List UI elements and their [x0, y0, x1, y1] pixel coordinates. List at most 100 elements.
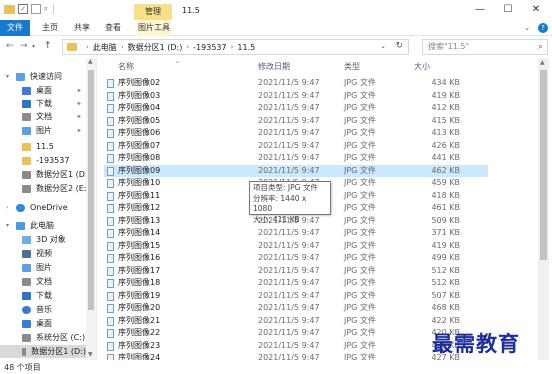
chevron-right-icon[interactable]: ›	[6, 204, 8, 211]
help-icon[interactable]: ?	[538, 23, 548, 33]
chevron-right-icon[interactable]: ›	[86, 43, 89, 51]
file-name[interactable]: 序列图像22	[118, 327, 160, 339]
address-bar[interactable]: › 此电脑 › 数据分区1 (D:) › -193537 › 11.5 ⌄ ↻	[62, 39, 409, 55]
pin-icon[interactable]: ✦	[76, 113, 82, 121]
file-name[interactable]: 序列图像06	[118, 127, 160, 139]
file-name[interactable]: 序列图像07	[118, 140, 160, 152]
sidebar-item-drive-d[interactable]: 数据分区1 (D:)	[22, 168, 91, 181]
sidebar-item-downloads-pc[interactable]: 下载	[22, 289, 52, 302]
file-name[interactable]: 序列图像20	[118, 302, 160, 314]
file-row[interactable]: 序列图像08 2021/11/5 9:47 JPG 文件 441 KB	[104, 152, 488, 164]
tab-home[interactable]: 主页	[42, 20, 58, 36]
file-name[interactable]: 序列图像13	[118, 215, 160, 227]
file-row[interactable]: 序列图像18 2021/11/5 9:47 JPG 文件 512 KB	[104, 277, 488, 289]
sidebar-item-music[interactable]: 音乐	[22, 303, 52, 316]
sidebar-item-folder-193537[interactable]: -193537	[22, 154, 69, 167]
file-row[interactable]: 序列图像23 2021/11/5 9:47 JPG 文件 426 KB	[104, 340, 488, 352]
file-name[interactable]: 序列图像14	[118, 227, 160, 239]
chevron-down-icon[interactable]: ▾	[6, 73, 9, 80]
sidebar-item-drive-e[interactable]: 数据分区2 (E:)	[22, 182, 90, 195]
sidebar-item-documents-pc[interactable]: 文档	[22, 275, 52, 288]
sidebar-item-videos[interactable]: 视频	[22, 247, 52, 260]
tab-file[interactable]: 文件	[0, 20, 30, 36]
pin-icon[interactable]: ✦	[76, 87, 82, 95]
chevron-down-icon[interactable]: ▾	[32, 43, 35, 50]
file-row[interactable]: 序列图像17 2021/11/5 9:47 JPG 文件 512 KB	[104, 265, 488, 277]
file-row[interactable]: 序列图像07 2021/11/5 9:47 JPG 文件 426 KB	[104, 140, 488, 152]
scroll-up-icon[interactable]: ▲	[540, 59, 545, 66]
sidebar-item-pictures-pc[interactable]: 图片	[22, 261, 52, 274]
chevron-down-icon[interactable]: ⌄	[524, 24, 530, 32]
pin-icon[interactable]: ▿	[44, 4, 48, 14]
back-arrow-icon[interactable]: ←	[6, 41, 14, 51]
up-arrow-icon[interactable]: ↑	[44, 41, 52, 51]
chevron-down-icon[interactable]: ▾	[6, 222, 9, 229]
manage-context-tab[interactable]: 管理	[134, 4, 172, 20]
file-row[interactable]: 序列图像16 2021/11/5 9:47 JPG 文件 499 KB	[104, 252, 488, 264]
scrollbar-thumb[interactable]	[540, 70, 547, 260]
file-name[interactable]: 序列图像09	[118, 165, 160, 177]
file-row[interactable]: 序列图像22 2021/11/5 9:47 JPG 文件 420 KB	[104, 327, 488, 339]
file-name[interactable]: 序列图像12	[118, 202, 160, 214]
file-name[interactable]: 序列图像15	[118, 240, 160, 252]
sidebar-item-documents[interactable]: 文档 ✦	[22, 110, 86, 123]
sidebar-item-pictures[interactable]: 图片 ✦	[22, 124, 86, 137]
file-name[interactable]: 序列图像11	[118, 190, 160, 202]
minimize-button[interactable]: —	[470, 2, 490, 18]
search-input[interactable]: 搜索"11.5" ⌕	[422, 39, 548, 55]
file-name[interactable]: 序列图像23	[118, 340, 160, 352]
sidebar-scrollbar[interactable]: ▲ ▼	[86, 58, 96, 360]
search-icon[interactable]: ⌕	[538, 40, 543, 54]
properties-icon[interactable]: ✓	[18, 4, 28, 14]
chevron-right-icon[interactable]: ›	[121, 43, 124, 51]
refresh-icon[interactable]: ↻	[395, 41, 403, 51]
file-row[interactable]: 序列图像04 2021/11/5 9:47 JPG 文件 412 KB	[104, 102, 488, 114]
file-name[interactable]: 序列图像21	[118, 315, 160, 327]
chevron-down-icon[interactable]: ⌄	[380, 42, 386, 50]
scroll-down-icon[interactable]: ▼	[88, 351, 93, 358]
breadcrumb-drive-d[interactable]: 数据分区1 (D:)	[128, 42, 183, 53]
file-name[interactable]: 序列图像16	[118, 252, 160, 264]
sidebar-item-this-pc[interactable]: 此电脑	[16, 219, 54, 232]
file-row[interactable]: 序列图像24 2021/11/5 9:47 JPG 文件 427 KB	[104, 352, 488, 360]
maximize-button[interactable]: ☐	[498, 2, 518, 18]
file-row[interactable]: 序列图像03 2021/11/5 9:47 JPG 文件 419 KB	[104, 90, 488, 102]
file-name[interactable]: 序列图像24	[118, 352, 160, 360]
file-row[interactable]: 序列图像19 2021/11/5 9:47 JPG 文件 507 KB	[104, 290, 488, 302]
file-row[interactable]: 序列图像02 2021/11/5 9:47 JPG 文件 434 KB	[104, 77, 488, 89]
breadcrumb-folder-193537[interactable]: -193537	[193, 43, 226, 52]
close-button[interactable]: ✕	[526, 2, 546, 18]
tab-share[interactable]: 共享	[74, 20, 90, 36]
file-row[interactable]: 序列图像05 2021/11/5 9:47 JPG 文件 415 KB	[104, 115, 488, 127]
sidebar-item-quick-access[interactable]: 快速访问	[16, 70, 62, 83]
column-header-date[interactable]: 修改日期	[258, 61, 290, 72]
chevron-right-icon[interactable]: ›	[231, 43, 234, 51]
file-name[interactable]: 序列图像05	[118, 115, 160, 127]
new-folder-icon[interactable]	[31, 4, 41, 14]
file-name[interactable]: 序列图像17	[118, 265, 160, 277]
file-row[interactable]: 序列图像14 2021/11/5 9:47 JPG 文件 371 KB	[104, 227, 488, 239]
sidebar-item-downloads[interactable]: 下载 ✦	[22, 97, 86, 110]
file-row[interactable]: 序列图像20 2021/11/5 9:47 JPG 文件 468 KB	[104, 302, 488, 314]
file-name[interactable]: 序列图像10	[118, 177, 160, 189]
file-name[interactable]: 序列图像02	[118, 77, 160, 89]
file-name[interactable]: 序列图像03	[118, 90, 160, 102]
file-row[interactable]: 序列图像06 2021/11/5 9:47 JPG 文件 413 KB	[104, 127, 488, 139]
breadcrumb-folder-11-5[interactable]: 11.5	[237, 43, 255, 52]
file-name[interactable]: 序列图像18	[118, 277, 160, 289]
file-name[interactable]: 序列图像04	[118, 102, 160, 114]
sidebar-item-desktop-pc[interactable]: 桌面	[22, 317, 52, 330]
file-row[interactable]: 序列图像09 2021/11/5 9:47 JPG 文件 462 KB	[104, 164, 488, 177]
column-header-type[interactable]: 类型	[344, 61, 360, 72]
sidebar-item-folder-11-5[interactable]: 11.5	[22, 140, 54, 153]
forward-arrow-icon[interactable]: →	[20, 41, 28, 51]
file-name[interactable]: 序列图像19	[118, 290, 160, 302]
tab-view[interactable]: 查看	[105, 20, 121, 36]
sidebar-item-desktop[interactable]: 桌面 ✦	[22, 84, 86, 97]
sidebar-item-drive-d-pc[interactable]: 数据分区1 (D:)	[0, 345, 86, 358]
pin-icon[interactable]: ✦	[76, 127, 82, 135]
sidebar-item-drive-c[interactable]: 系统分区 (C:)	[22, 331, 85, 344]
sidebar-item-onedrive[interactable]: OneDrive	[16, 201, 68, 214]
file-name[interactable]: 序列图像08	[118, 152, 160, 164]
file-row[interactable]: 序列图像15 2021/11/5 9:47 JPG 文件 419 KB	[104, 240, 488, 252]
